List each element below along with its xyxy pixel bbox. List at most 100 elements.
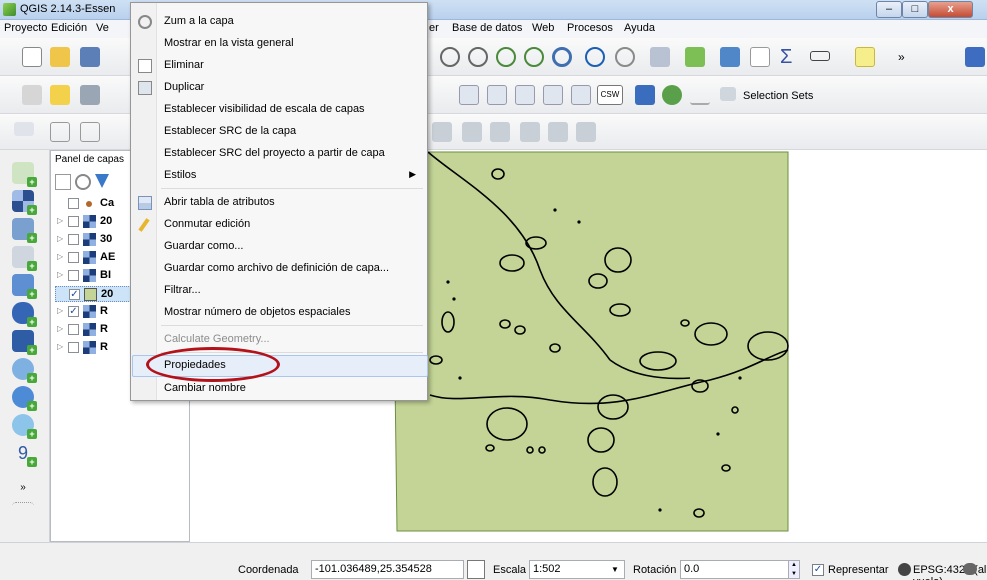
advanced-digitize-4-icon[interactable] — [520, 122, 540, 142]
expand-arrow-icon[interactable]: ▷ — [57, 324, 63, 333]
expand-arrow-icon[interactable]: ▷ — [57, 216, 63, 225]
scale-bar-icon[interactable] — [810, 51, 830, 61]
filter-legend-icon[interactable] — [95, 174, 109, 188]
menu-edicion[interactable]: Edición — [51, 22, 87, 34]
layer-checkbox-checked[interactable]: ✓ — [69, 289, 80, 300]
zoom-in-icon[interactable] — [440, 47, 460, 67]
expand-arrow-icon[interactable]: ▷ — [57, 270, 63, 279]
add-postgis-layer-icon[interactable]: + — [12, 218, 37, 243]
expand-arrow-icon[interactable]: ▷ — [57, 234, 63, 243]
statistics-sum-icon[interactable]: Σ — [780, 47, 800, 67]
simplify-icon[interactable] — [80, 122, 100, 142]
add-raster-layer-icon[interactable]: + — [12, 190, 37, 215]
selection-sets-label[interactable]: Selection Sets — [743, 90, 813, 102]
messages-icon[interactable] — [963, 563, 977, 575]
render-checkbox[interactable]: ✓ — [812, 564, 824, 576]
label-tool-1-icon[interactable] — [459, 85, 479, 105]
node-tool-icon[interactable] — [50, 122, 70, 142]
menu-item-zoom-to-layer[interactable]: Zum a la capa — [132, 11, 428, 33]
add-group-icon[interactable] — [55, 174, 71, 190]
terrain-icon[interactable] — [720, 87, 736, 101]
line-tool-icon[interactable] — [690, 85, 710, 105]
layer-checkbox[interactable] — [68, 198, 79, 209]
menu-item-toggle-editing[interactable]: Conmutar edición — [132, 214, 428, 236]
maximize-button[interactable]: □ — [902, 1, 928, 18]
advanced-digitize-5-icon[interactable] — [548, 122, 568, 142]
label-tool-2-icon[interactable] — [487, 85, 507, 105]
advanced-digitize-3-icon[interactable] — [490, 122, 510, 142]
manage-visibility-icon[interactable] — [75, 174, 91, 190]
menu-item-filter[interactable]: Filtrar... — [132, 280, 428, 302]
layer-checkbox[interactable] — [68, 216, 79, 227]
crs-globe-icon[interactable] — [898, 563, 911, 576]
strip-overflow-icon[interactable]: » — [12, 482, 34, 496]
expand-arrow-icon[interactable]: ▷ — [57, 306, 63, 315]
open-project-icon[interactable] — [50, 47, 70, 67]
menu-web[interactable]: Web — [532, 22, 554, 34]
menu-item-show-in-overview[interactable]: Mostrar en la vista general — [132, 33, 428, 55]
zoom-out-icon[interactable] — [468, 47, 488, 67]
new-project-icon[interactable] — [22, 47, 42, 67]
add-vector-layer-icon[interactable]: + — [12, 162, 37, 187]
help-icon[interactable] — [965, 47, 985, 67]
toggle-extents-icon[interactable] — [467, 560, 485, 579]
python-icon[interactable] — [635, 85, 655, 105]
menu-item-rename[interactable]: Cambiar nombre — [132, 378, 428, 400]
expand-arrow-icon[interactable]: ▷ — [57, 252, 63, 261]
menu-item-open-attribute-table[interactable]: Abrir tabla de atributos — [132, 192, 428, 214]
close-button[interactable]: x — [928, 1, 973, 18]
zoom-layer-icon[interactable] — [496, 47, 516, 67]
add-mssql-layer-icon[interactable]: + — [12, 274, 37, 299]
label-tool-5-icon[interactable] — [571, 85, 591, 105]
layer-checkbox[interactable] — [68, 324, 79, 335]
georeferencer-icon[interactable] — [14, 122, 34, 136]
menu-item-remove[interactable]: Eliminar — [132, 55, 428, 77]
add-wcs-layer-icon[interactable]: + — [12, 386, 37, 411]
menu-item-set-project-crs[interactable]: Establecer SRC del proyecto a partir de … — [132, 143, 428, 165]
coordinate-field[interactable]: -101.036489,25.354528 — [311, 560, 464, 579]
add-spatialite-layer-icon[interactable]: + — [12, 246, 37, 271]
minimize-button[interactable]: – — [876, 1, 902, 18]
annotation-icon[interactable] — [855, 47, 875, 67]
select-icon[interactable] — [615, 47, 635, 67]
csw-icon[interactable]: CSW — [597, 85, 623, 105]
menu-item-set-layer-crs[interactable]: Establecer SRC de la capa — [132, 121, 428, 143]
deselect-icon[interactable] — [650, 47, 670, 67]
menu-item-duplicate[interactable]: Duplicar — [132, 77, 428, 99]
add-delimited-text-layer-icon[interactable]: 9 + — [12, 442, 37, 467]
save-edits-icon[interactable] — [80, 85, 100, 105]
scale-dropdown-arrow-icon[interactable]: ▼ — [611, 565, 619, 574]
menu-base-de-datos[interactable]: Base de datos — [452, 22, 522, 34]
globe-icon[interactable] — [662, 85, 682, 105]
advanced-digitize-6-icon[interactable] — [576, 122, 596, 142]
label-tool-3-icon[interactable] — [515, 85, 535, 105]
identify-icon[interactable] — [585, 47, 605, 67]
menu-procesos[interactable]: Procesos — [567, 22, 613, 34]
menu-ayuda[interactable]: Ayuda — [624, 22, 655, 34]
toolbar-overflow-icon[interactable]: » — [898, 50, 908, 64]
refresh-icon[interactable] — [552, 47, 572, 67]
layer-checkbox[interactable] — [68, 234, 79, 245]
measure-icon[interactable] — [685, 47, 705, 67]
label-tool-4-icon[interactable] — [543, 85, 563, 105]
add-oracle-layer-icon[interactable]: + — [12, 302, 37, 327]
menu-vector[interactable]: er — [429, 22, 439, 34]
digitize-icon[interactable] — [22, 85, 42, 105]
expand-arrow-icon[interactable]: ▷ — [57, 342, 63, 351]
advanced-digitize-2-icon[interactable] — [462, 122, 482, 142]
menu-proyecto[interactable]: Proyecto — [4, 22, 47, 34]
menu-ver[interactable]: Ve — [96, 22, 109, 34]
layer-checkbox[interactable] — [68, 252, 79, 263]
save-project-icon[interactable] — [80, 47, 100, 67]
add-wms-layer-icon[interactable]: + — [12, 358, 37, 383]
add-db2-layer-icon[interactable]: + — [12, 330, 37, 355]
layer-checkbox[interactable] — [68, 270, 79, 281]
menu-item-save-layer-definition[interactable]: Guardar como archivo de definición de ca… — [132, 258, 428, 280]
add-wfs-layer-icon[interactable]: + — [12, 414, 37, 439]
attribute-table-toolbar-icon[interactable] — [750, 47, 770, 67]
rotation-field[interactable]: 0.0 — [680, 560, 796, 579]
menu-item-scale-visibility[interactable]: Establecer visibilidad de escala de capa… — [132, 99, 428, 121]
crosshair-icon[interactable] — [12, 502, 34, 520]
zoom-selection-icon[interactable] — [524, 47, 544, 67]
toggle-editing-icon[interactable] — [50, 85, 70, 105]
